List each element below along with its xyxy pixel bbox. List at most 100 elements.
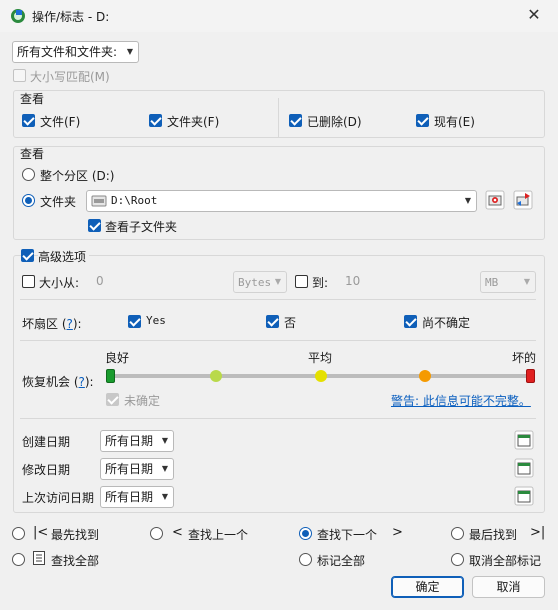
view-types-title: 查看	[20, 92, 45, 106]
find-last-icon: >|	[530, 525, 546, 540]
close-icon[interactable]: ✕	[522, 5, 546, 25]
find-next-label: 查找下一个	[317, 528, 378, 542]
size-from-checkbox[interactable]	[22, 275, 35, 288]
file-filter-select[interactable]: 所有文件和文件夹: ▼	[12, 41, 139, 63]
folder-label: 文件夹	[40, 195, 77, 209]
chevron-down-icon: ▼	[126, 47, 133, 56]
whole-partition-label: 整个分区 (D:)	[40, 169, 115, 183]
app-icon	[11, 9, 25, 23]
chevron-down-icon: ▼	[523, 277, 530, 286]
match-case-checkbox[interactable]	[13, 69, 26, 82]
folder-drive-icon	[91, 195, 107, 207]
find-next-icon: >	[392, 525, 403, 540]
folder-radio[interactable]	[22, 194, 35, 207]
size-from-unit-select[interactable]: Bytes ▼	[233, 271, 287, 293]
recovery-level-4-marker[interactable]	[419, 370, 431, 382]
advanced-label: 高级选项	[38, 248, 90, 265]
created-date-calendar-icon[interactable]	[514, 430, 534, 450]
bad-sectors-yes-label: Yes	[146, 314, 166, 327]
recovery-bad-label: 坏的	[512, 351, 537, 365]
find-last-radio[interactable]	[451, 527, 464, 540]
find-next-radio[interactable]	[299, 527, 312, 540]
folders-label: 文件夹(F)	[167, 115, 220, 129]
existing-label: 现有(E)	[434, 115, 475, 129]
created-date-select[interactable]: 所有日期 ▼	[100, 430, 174, 452]
ok-button[interactable]: 确定	[391, 576, 464, 598]
deleted-checkbox[interactable]	[289, 114, 302, 127]
mark-all-label: 标记全部	[317, 554, 366, 568]
find-all-icon	[33, 551, 45, 565]
accessed-date-calendar-icon[interactable]	[514, 486, 534, 506]
size-to-checkbox[interactable]	[295, 275, 308, 288]
folders-checkbox[interactable]	[149, 114, 162, 127]
find-prev-label: 查找上一个	[188, 528, 249, 542]
existing-checkbox[interactable]	[416, 114, 429, 127]
find-prev-icon: <	[172, 525, 183, 540]
advanced-checkbox[interactable]	[21, 249, 34, 262]
accessed-date-select[interactable]: 所有日期 ▼	[100, 486, 174, 508]
recovery-good-label: 良好	[105, 351, 130, 365]
subfolders-checkbox[interactable]	[88, 219, 101, 232]
whole-partition-radio[interactable]	[22, 168, 35, 181]
accessed-date-label: 上次访问日期	[22, 491, 95, 505]
folder-path-select[interactable]: D:\Root ▼	[86, 190, 477, 212]
modified-date-value: 所有日期	[105, 462, 154, 476]
match-case-label: 大小写匹配(M)	[30, 70, 110, 84]
recovery-level-2-marker[interactable]	[210, 370, 222, 382]
bad-sectors-no-checkbox[interactable]	[266, 315, 279, 328]
view-scope-title: 查看	[20, 147, 45, 161]
recovery-bad-marker[interactable]	[526, 369, 535, 383]
recovery-level-3-marker[interactable]	[315, 370, 327, 382]
find-last-label: 最后找到	[469, 528, 518, 542]
created-date-label: 创建日期	[22, 435, 71, 449]
find-all-radio[interactable]	[12, 553, 25, 566]
size-to-unit-value: MB	[485, 276, 499, 289]
advanced-divider-1	[20, 299, 536, 300]
modified-date-select[interactable]: 所有日期 ▼	[100, 458, 174, 480]
find-all-label: 查找全部	[51, 554, 100, 568]
bad-sectors-no-label: 否	[284, 316, 297, 330]
unmark-all-radio[interactable]	[451, 553, 464, 566]
bad-sectors-unknown-checkbox[interactable]	[404, 315, 417, 328]
size-to-unit-select[interactable]: MB ▼	[480, 271, 536, 293]
chevron-down-icon: ▼	[464, 196, 471, 205]
size-to-value[interactable]: 10	[345, 274, 360, 288]
view-types-divider	[278, 98, 279, 138]
cancel-button[interactable]: 取消	[472, 576, 545, 598]
advanced-divider-3	[20, 418, 536, 419]
chevron-down-icon: ▼	[161, 464, 168, 473]
bad-sectors-unknown-label: 尚不确定	[422, 316, 471, 330]
recovery-good-marker[interactable]	[106, 369, 115, 383]
file-filter-value: 所有文件和文件夹:	[17, 45, 118, 59]
bad-sectors-yes-checkbox[interactable]	[128, 315, 141, 328]
files-label: 文件(F)	[40, 115, 81, 129]
folder-path-value: D:\Root	[111, 194, 158, 207]
undetermined-checkbox[interactable]	[106, 393, 119, 406]
recovery-chance-label: 恢复机会 (?):	[22, 375, 94, 389]
size-to-label: 到:	[312, 276, 329, 290]
find-first-radio[interactable]	[12, 527, 25, 540]
advanced-divider-2	[20, 340, 536, 341]
recovery-warning-link[interactable]: 警告: 此信息可能不完整。	[391, 392, 531, 409]
modified-date-calendar-icon[interactable]	[514, 458, 534, 478]
created-date-value: 所有日期	[105, 434, 154, 448]
find-first-label: 最先找到	[51, 528, 100, 542]
find-prev-radio[interactable]	[150, 527, 163, 540]
accessed-date-value: 所有日期	[105, 490, 154, 504]
chevron-down-icon: ▼	[161, 436, 168, 445]
size-from-unit-value: Bytes	[238, 276, 272, 289]
unmark-all-label: 取消全部标记	[469, 554, 542, 568]
files-checkbox[interactable]	[22, 114, 35, 127]
bad-sectors-label: 坏扇区 (?):	[22, 317, 82, 331]
size-from-value[interactable]: 0	[96, 274, 104, 288]
refresh-folder-icon[interactable]	[513, 190, 533, 210]
browse-folder-icon[interactable]	[485, 190, 505, 210]
recovery-average-label: 平均	[308, 351, 333, 365]
undetermined-label: 未确定	[124, 394, 161, 408]
find-first-icon: |<	[33, 525, 49, 540]
size-from-label: 大小从:	[39, 276, 80, 290]
subfolders-label: 查看子文件夹	[105, 220, 178, 234]
mark-all-radio[interactable]	[299, 553, 312, 566]
chevron-down-icon: ▼	[274, 277, 281, 286]
window-title: 操作/标志 - D:	[32, 10, 110, 24]
